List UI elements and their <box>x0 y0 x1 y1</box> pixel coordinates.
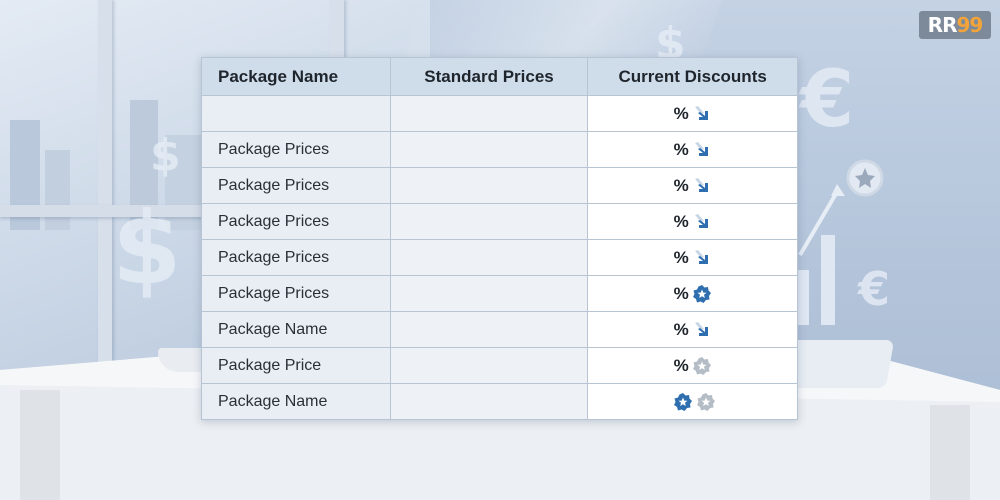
arrow-down-icon <box>692 320 712 340</box>
table-row: Package Prices% <box>201 239 798 276</box>
arrow-down-icon <box>692 104 712 124</box>
percent-symbol: % <box>673 247 689 267</box>
logo-number: 99 <box>956 13 983 37</box>
badge-blue-icon <box>692 284 712 304</box>
euro-icon: € <box>800 55 855 145</box>
badge-gray-icon <box>696 392 716 412</box>
current-discount-cell: % <box>587 95 798 132</box>
growth-chart-icon <box>797 159 884 325</box>
badge-blue-icon <box>673 392 693 412</box>
percent-symbol: % <box>673 103 689 123</box>
column-header-standard-prices: Standard Prices <box>389 57 589 96</box>
column-header-current-discounts: Current Discounts <box>587 57 798 96</box>
discount-content <box>670 392 716 412</box>
package-name-cell: Package Prices <box>201 275 391 312</box>
table-row: Package Price% <box>201 347 798 384</box>
package-name-cell <box>201 95 391 132</box>
current-discount-cell: % <box>587 311 798 348</box>
package-name-cell: Package Prices <box>201 131 391 168</box>
table-row: Package Prices% <box>201 203 798 240</box>
standard-price-cell <box>389 311 589 348</box>
table-row: Package Prices% <box>201 275 798 312</box>
package-name-cell: Package Prices <box>201 203 391 240</box>
column-header-package-name: Package Name <box>201 57 391 96</box>
arrow-down-icon <box>692 176 712 196</box>
table-header-row: Package Name Standard Prices Current Dis… <box>201 57 798 96</box>
percent-symbol: % <box>673 211 689 231</box>
package-name-cell: Package Prices <box>201 167 391 204</box>
percent-symbol: % <box>673 139 689 159</box>
arrow-down-icon <box>692 248 712 268</box>
current-discount-cell: % <box>587 275 798 312</box>
standard-price-cell <box>389 239 589 276</box>
percent-symbol: % <box>673 355 689 375</box>
table-row: Package Prices% <box>201 167 798 204</box>
table-row: Package Name% <box>201 311 798 348</box>
standard-price-cell <box>389 167 589 204</box>
logo-text: RR <box>927 13 958 37</box>
standard-price-cell <box>389 95 589 132</box>
standard-price-cell <box>389 203 589 240</box>
badge-gray-icon <box>692 356 712 376</box>
percent-symbol: % <box>673 319 689 339</box>
current-discount-cell: % <box>587 167 798 204</box>
window-frame <box>98 0 112 370</box>
current-discount-cell: % <box>587 347 798 384</box>
current-discount-cell: % <box>587 131 798 168</box>
table-row: Package Prices% <box>201 131 798 168</box>
discount-content: % <box>674 104 712 124</box>
dollar-icon: $ <box>112 190 182 307</box>
percent-symbol: % <box>673 283 689 303</box>
package-name-cell: Package Name <box>201 311 391 348</box>
discount-content: % <box>674 356 712 376</box>
package-name-cell: Package Name <box>201 383 391 420</box>
discount-content: % <box>674 140 712 160</box>
dollar-icon: $ <box>150 130 181 181</box>
discount-content: % <box>674 284 712 304</box>
arrow-down-icon <box>692 140 712 160</box>
table-row: % <box>201 95 798 132</box>
current-discount-cell: % <box>587 203 798 240</box>
current-discount-cell <box>587 383 798 420</box>
arrow-down-icon <box>692 212 712 232</box>
standard-price-cell <box>389 347 589 384</box>
table-row: Package Name <box>201 383 798 420</box>
table-body: % Package Prices% Package Prices% Package P… <box>201 95 798 420</box>
current-discount-cell: % <box>587 239 798 276</box>
package-name-cell: Package Prices <box>201 239 391 276</box>
percent-symbol: % <box>673 175 689 195</box>
standard-price-cell <box>389 275 589 312</box>
pricing-table: Package Name Standard Prices Current Dis… <box>201 57 798 420</box>
standard-price-cell <box>389 383 589 420</box>
discount-content: % <box>674 176 712 196</box>
discount-content: % <box>674 248 712 268</box>
standard-price-cell <box>389 131 589 168</box>
channel-logo: RR 99 <box>919 11 991 39</box>
discount-content: % <box>674 320 712 340</box>
package-name-cell: Package Price <box>201 347 391 384</box>
discount-content: % <box>674 212 712 232</box>
